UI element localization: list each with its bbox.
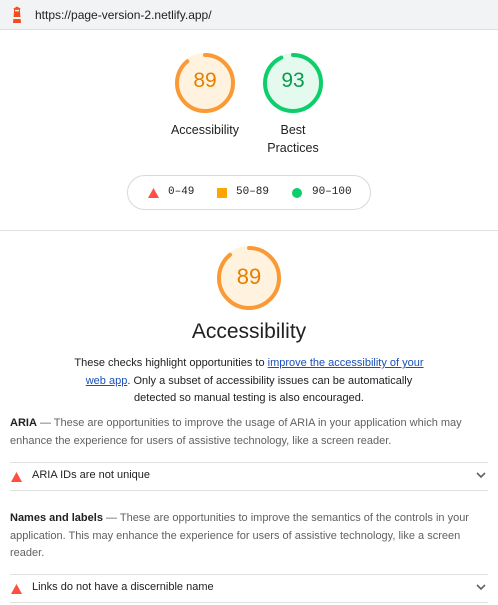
- legend-pass-range: 90–100: [312, 186, 352, 198]
- pass-circle-icon: [292, 188, 302, 198]
- audit-title: ARIA IDs are not unique: [32, 469, 151, 481]
- best-practices-score: 93: [281, 69, 305, 92]
- fail-triangle-icon: [11, 472, 22, 482]
- audit-group-title: ARIA: [10, 417, 37, 429]
- audit-link-name[interactable]: Links do not have a discernible name: [0, 575, 498, 601]
- fail-triangle-icon: [11, 584, 22, 594]
- section-divider: [0, 230, 498, 231]
- audit-aria-ids-unique[interactable]: ARIA IDs are not unique: [0, 463, 498, 489]
- category-description: These checks highlight opportunities to …: [70, 355, 428, 408]
- audit-group-description: — These are opportunities to improve the…: [10, 417, 462, 447]
- best-practices-score-gauge[interactable]: 93: [263, 53, 323, 113]
- category-title: Accessibility: [191, 320, 307, 343]
- audit-group-names-labels: Names and labels — These are opportuniti…: [10, 510, 485, 563]
- url-bar: https://page-version-2.netlify.app/: [0, 0, 498, 30]
- page-url: https://page-version-2.netlify.app/: [35, 8, 212, 22]
- category-description-rest: . Only a subset of accessibility issues …: [127, 374, 413, 405]
- audit-divider: [10, 490, 488, 491]
- legend-average-range: 50–89: [236, 186, 270, 198]
- accessibility-score-gauge[interactable]: 89: [175, 53, 235, 113]
- lighthouse-logo-icon: [13, 6, 21, 23]
- category-score-gauge: 89: [217, 246, 281, 310]
- fail-triangle-icon: [148, 188, 159, 198]
- audit-group-title: Names and labels: [10, 512, 103, 524]
- accessibility-score: 89: [193, 69, 217, 92]
- chevron-down-icon[interactable]: [476, 471, 486, 479]
- audit-divider: [10, 602, 488, 603]
- chevron-down-icon[interactable]: [476, 583, 486, 591]
- audit-title: Links do not have a discernible name: [32, 581, 214, 593]
- audit-group-aria: ARIA — These are opportunities to improv…: [10, 415, 485, 450]
- score-scale-legend: 0–49 50–89 90–100: [127, 175, 371, 210]
- best-practices-gauge-label[interactable]: Best Practices: [248, 121, 338, 157]
- legend-fail-range: 0–49: [168, 186, 195, 198]
- category-description-intro: These checks highlight opportunities to: [74, 357, 268, 369]
- average-square-icon: [217, 188, 227, 198]
- best-practices-label-line2: Practices: [267, 141, 319, 155]
- best-practices-label-line1: Best: [280, 123, 306, 137]
- category-score: 89: [236, 264, 262, 289]
- accessibility-gauge-label[interactable]: Accessibility: [160, 121, 250, 139]
